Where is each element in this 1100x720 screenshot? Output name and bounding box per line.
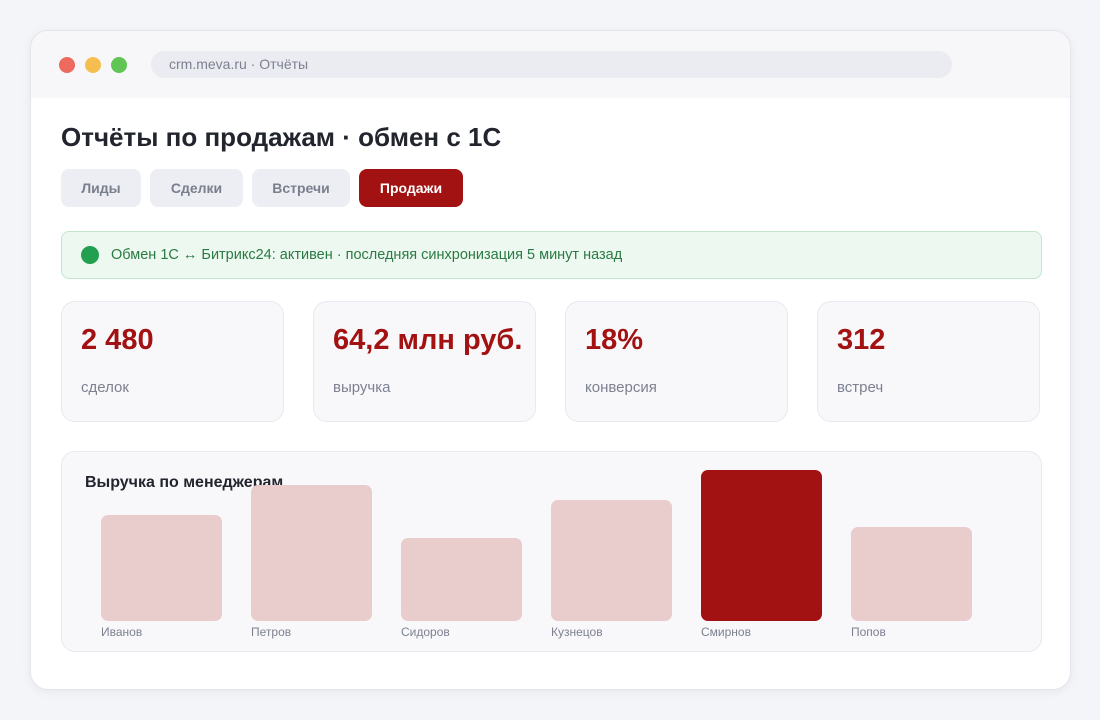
kpi-label: встреч <box>837 379 884 396</box>
kpi-value: 2 480 <box>81 324 154 356</box>
address-bar[interactable]: crm.meva.ru · Отчёты <box>151 51 952 78</box>
kpi-value: 64,2 млн руб. <box>333 324 523 356</box>
tab-leads[interactable]: Лиды <box>61 169 141 207</box>
chart-bar <box>701 470 822 621</box>
browser-window: crm.meva.ru · Отчёты Отчёты по продажам … <box>30 30 1071 690</box>
chart-bar <box>551 500 672 621</box>
kpi-label: сделок <box>81 379 129 396</box>
browser-titlebar: crm.meva.ru · Отчёты <box>31 31 1070 98</box>
chart-bar <box>401 538 522 621</box>
kpi-value: 312 <box>837 324 886 356</box>
tab-deals[interactable]: Сделки <box>150 169 243 207</box>
chart-category-label: Сидоров <box>401 625 450 639</box>
tab-sales[interactable]: Продажи <box>359 169 463 207</box>
chart-bar <box>851 527 972 621</box>
sync-status-text: Обмен 1С ↔ Битрикс24: активен · последня… <box>111 247 623 263</box>
chart-category-label: Попов <box>851 625 886 639</box>
chart-category-label: Петров <box>251 625 292 639</box>
kpi-label: выручка <box>333 379 391 396</box>
tab-meetings[interactable]: Встречи <box>252 169 350 207</box>
revenue-by-manager-chart: Выручка по менеджерам Иванов Петров Сидоро… <box>61 451 1042 652</box>
chart-category-label: Иванов <box>101 625 143 639</box>
chart-category-label: Кузнецов <box>551 625 603 639</box>
minimize-window-dot[interactable] <box>85 57 101 73</box>
kpi-card-revenue: 64,2 млн руб. выручка <box>313 301 536 422</box>
chart-bar <box>101 515 222 621</box>
kpi-label: конверсия <box>585 379 657 396</box>
sync-status-banner: Обмен 1С ↔ Битрикс24: активен · последня… <box>61 231 1042 279</box>
kpi-card-deals: 2 480 сделок <box>61 301 284 422</box>
maximize-window-dot[interactable] <box>111 57 127 73</box>
kpi-card-conversion: 18% конверсия <box>565 301 788 422</box>
close-window-dot[interactable] <box>59 57 75 73</box>
kpi-card-meetings: 312 встреч <box>817 301 1040 422</box>
kpi-value: 18% <box>585 324 644 356</box>
chart-category-label: Смирнов <box>701 625 751 639</box>
page-title: Отчёты по продажам · обмен с 1С <box>61 122 502 152</box>
status-indicator-icon <box>81 246 99 264</box>
chart-bar <box>251 485 372 621</box>
